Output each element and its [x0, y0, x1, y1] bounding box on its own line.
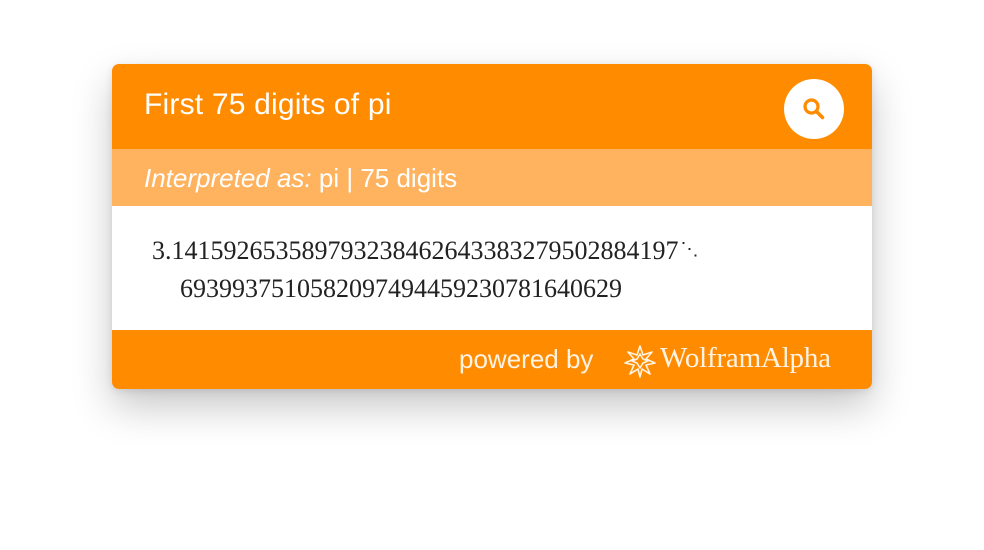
interpretation-bar: Interpreted as: pi | 75 digits [112, 149, 872, 206]
wolframalpha-logo[interactable]: WolframAlpha [660, 342, 831, 375]
query-header: First 75 digits of pi [112, 64, 872, 149]
result-line-1: 3.14159265358979323846264338327950288419… [152, 236, 699, 266]
wolfram-star-icon [624, 345, 656, 378]
interpretation-value: pi | 75 digits [318, 163, 458, 193]
result-pod: 3.14159265358979323846264338327950288419… [112, 206, 872, 330]
continuation-mark: ⋱ [680, 239, 699, 259]
wolfram-widget: First 75 digits of pi Interpreted as: pi… [112, 64, 872, 389]
search-button[interactable] [784, 79, 844, 139]
query-text: First 75 digits of pi [144, 88, 392, 121]
interpretation-label: Interpreted as: [144, 163, 312, 193]
powered-by-text: powered by [459, 344, 594, 374]
result-line-2: 6939937510582097494459230781640629 [180, 274, 622, 303]
interpretation-text: Interpreted as: pi | 75 digits [144, 163, 457, 194]
footer: powered by WolframAlpha [112, 330, 872, 389]
search-icon [803, 98, 825, 120]
result-digits-1: 3.14159265358979323846264338327950288419… [152, 236, 679, 265]
